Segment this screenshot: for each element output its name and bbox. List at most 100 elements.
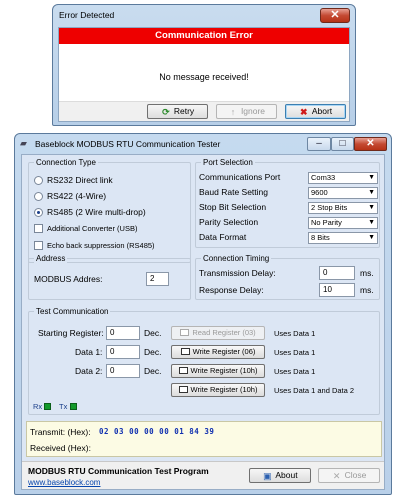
- close-icon: ✕: [332, 471, 341, 481]
- radio-rs485[interactable]: [34, 208, 43, 217]
- retry-label: Retry: [173, 106, 195, 116]
- read-register-note: Uses Data 1: [274, 329, 316, 338]
- main-close-button[interactable]: ✕: [354, 137, 387, 151]
- minimize-button[interactable]: –: [307, 137, 331, 151]
- rx-label: Rx: [33, 402, 43, 411]
- transmission-delay-unit: ms.: [360, 268, 374, 278]
- radio-rs422[interactable]: [34, 192, 43, 201]
- stop-bit-select[interactable]: 2 Stop Bits ▼: [308, 202, 378, 214]
- stop-bit-label: Stop Bit Selection: [199, 202, 267, 212]
- footer-bar: MODBUS RTU Communication Test Program ww…: [22, 461, 384, 489]
- write-register-06-label: Write Register (06): [192, 347, 256, 356]
- error-dialog-close-button[interactable]: ✕: [320, 8, 350, 23]
- write-register-10h-double-button[interactable]: Write Register (10h): [171, 383, 265, 397]
- response-delay-label: Response Delay:: [199, 285, 264, 295]
- data1-input[interactable]: 0: [106, 345, 140, 359]
- x-icon: ✖: [300, 107, 308, 117]
- baud-rate-value: 9600: [311, 188, 328, 197]
- connection-timing-group: Connection Timing Transmission Delay: 0 …: [195, 254, 380, 300]
- info-icon: ▣: [263, 471, 272, 481]
- port-selection-group: Port Selection Communications Port Com33…: [195, 158, 380, 248]
- refresh-icon: ⟳: [162, 107, 170, 117]
- website-link[interactable]: www.baseblock.com: [28, 478, 100, 487]
- error-message: No message received!: [159, 72, 249, 82]
- checkbox-echo-suppression[interactable]: [34, 241, 43, 250]
- maximize-button[interactable]: □: [331, 137, 354, 151]
- write-register-06-note: Uses Data 1: [274, 348, 316, 357]
- write-register-10h-single-button[interactable]: Write Register (10h): [171, 364, 265, 378]
- test-communication-group: Test Communication Starting Register: 0 …: [28, 307, 380, 415]
- checkbox-additional-converter[interactable]: [34, 224, 43, 233]
- starting-register-unit: Dec.: [144, 328, 162, 338]
- data2-input[interactable]: 0: [106, 364, 140, 378]
- received-label: Received (Hex):: [30, 443, 91, 453]
- baud-rate-label: Baud Rate Setting: [199, 187, 268, 197]
- register-icon: [180, 348, 190, 355]
- connection-type-group: Connection Type RS232 Direct link RS422 …: [28, 158, 191, 263]
- modbus-address-label: MODBUS Addres:: [34, 274, 103, 284]
- register-icon: [180, 329, 190, 336]
- register-icon: [178, 367, 188, 374]
- comm-port-select[interactable]: Com33 ▼: [308, 172, 378, 184]
- write-register-10h-double-label: Write Register (10h): [190, 385, 258, 394]
- about-label: About: [275, 470, 298, 480]
- transmission-delay-input[interactable]: 0: [319, 266, 355, 280]
- parity-select[interactable]: No Parity ▼: [308, 217, 378, 229]
- stop-bit-value: 2 Stop Bits: [311, 203, 348, 212]
- transmit-panel: Transmit: (Hex): 02 03 00 00 00 01 84 39…: [26, 421, 382, 457]
- comm-port-label: Communications Port: [199, 172, 281, 182]
- radio-rs422-label: RS422 (4-Wire): [47, 191, 107, 201]
- ignore-button[interactable]: ↑ Ignore: [216, 104, 277, 119]
- port-selection-title: Port Selection: [201, 158, 255, 167]
- parity-value: No Parity: [311, 218, 342, 227]
- starting-register-label: Starting Register:: [38, 328, 104, 338]
- checkbox-echo-suppression-label: Echo back suppression (RS485): [47, 241, 155, 250]
- data1-label: Data 1:: [75, 347, 103, 357]
- error-dialog-title: Error Detected: [59, 10, 115, 20]
- data1-unit: Dec.: [144, 347, 162, 357]
- data-format-value: 8 Bits: [311, 233, 330, 242]
- test-communication-title: Test Communication: [34, 307, 111, 316]
- address-group: Address MODBUS Addres: 2: [28, 254, 191, 300]
- radio-rs232[interactable]: [34, 176, 43, 185]
- register-icon: [178, 386, 188, 393]
- comm-port-value: Com33: [311, 173, 336, 182]
- error-banner: Communication Error: [59, 28, 349, 44]
- arrow-up-icon: ↑: [230, 107, 236, 117]
- data2-unit: Dec.: [144, 366, 162, 376]
- modbus-address-input[interactable]: 2: [146, 272, 169, 286]
- abort-button[interactable]: ✖ Abort: [285, 104, 346, 119]
- radio-rs232-label: RS232 Direct link: [47, 175, 113, 185]
- main-window-title: Baseblock MODBUS RTU Communication Teste…: [35, 139, 221, 149]
- radio-rs485-label: RS485 (2 Wire multi-drop): [47, 207, 146, 217]
- transmission-delay-label: Transmission Delay:: [199, 268, 276, 278]
- data-format-label: Data Format: [199, 232, 247, 242]
- write-register-10h-single-label: Write Register (10h): [190, 366, 258, 375]
- read-register-button[interactable]: Read Register (03): [171, 326, 265, 340]
- response-delay-input[interactable]: 10: [319, 283, 355, 297]
- transmit-value: 02 03 00 00 00 01 84 39: [99, 427, 215, 436]
- error-dialog-body: Communication Error No message received!…: [58, 27, 350, 122]
- connection-type-title: Connection Type: [34, 158, 98, 167]
- parity-label: Parity Selection: [199, 217, 259, 227]
- error-dialog: Error Detected ✕ Communication Error No …: [52, 4, 356, 126]
- chevron-down-icon: ▼: [368, 189, 375, 196]
- retry-button[interactable]: ⟳ Retry: [147, 104, 208, 119]
- about-button[interactable]: ▣ About: [249, 468, 311, 483]
- starting-register-input[interactable]: 0: [106, 326, 140, 340]
- address-title: Address: [34, 254, 68, 263]
- chevron-down-icon: ▼: [368, 219, 375, 226]
- read-register-label: Read Register (03): [192, 328, 256, 337]
- data-format-select[interactable]: 8 Bits ▼: [308, 232, 378, 244]
- write-register-10h-double-note: Uses Data 1 and Data 2: [274, 386, 355, 395]
- connection-timing-title: Connection Timing: [201, 254, 272, 263]
- write-register-06-button[interactable]: Write Register (06): [171, 345, 265, 359]
- abort-label: Abort: [311, 106, 333, 116]
- close-button[interactable]: ✕ Close: [318, 468, 380, 483]
- tx-led: [70, 403, 77, 410]
- data2-label: Data 2:: [75, 366, 103, 376]
- ignore-label: Ignore: [240, 106, 266, 116]
- main-window: ▰ Baseblock MODBUS RTU Communication Tes…: [14, 133, 392, 495]
- baud-rate-select[interactable]: 9600 ▼: [308, 187, 378, 199]
- rx-led: [44, 403, 51, 410]
